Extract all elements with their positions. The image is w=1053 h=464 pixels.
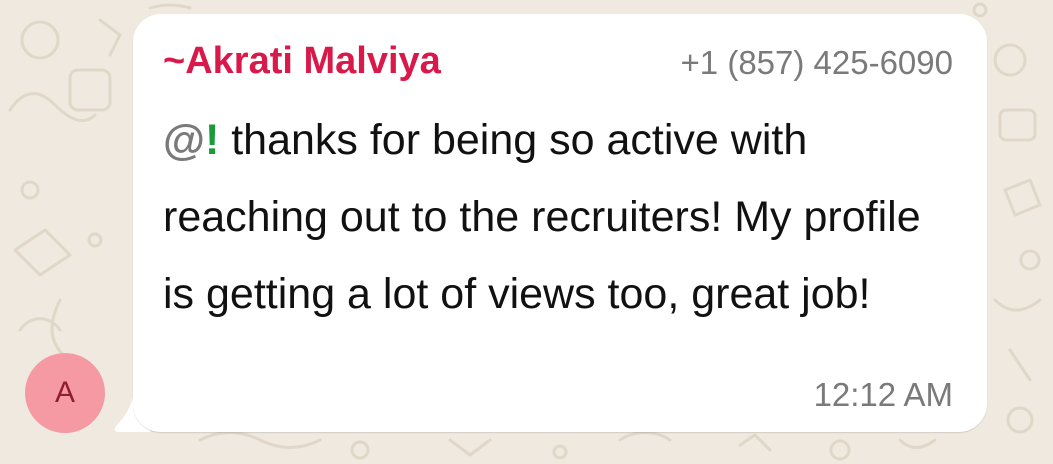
message-bubble[interactable]: ~Akrati Malviya +1 (857) 425-6090 @! tha… <box>133 14 987 432</box>
sender-name[interactable]: ~Akrati Malviya <box>163 40 441 83</box>
sender-avatar[interactable]: A <box>25 353 105 433</box>
message-body: thanks for being so active with reaching… <box>163 116 921 318</box>
sender-name-text: Akrati Malviya <box>185 40 441 82</box>
message-timestamp: 12:12 AM <box>813 376 953 413</box>
message-text: @! thanks for being so active with reach… <box>163 102 963 333</box>
mention-symbol: @ <box>163 116 205 164</box>
sender-prefix: ~ <box>163 40 186 82</box>
avatar-initial: A <box>54 376 75 409</box>
mention-link[interactable]: ! <box>205 116 219 164</box>
sender-phone: +1 (857) 425-6090 <box>680 44 953 81</box>
